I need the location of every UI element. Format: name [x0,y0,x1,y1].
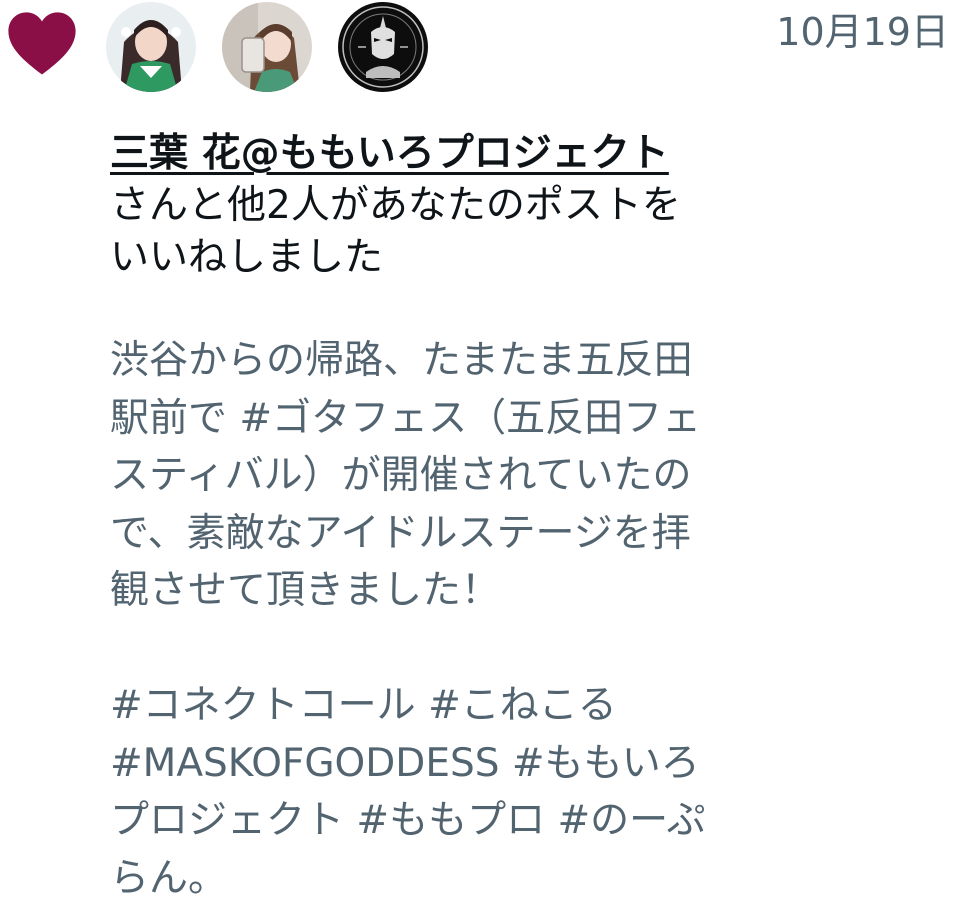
avatar-1[interactable] [106,2,196,92]
post-paragraph-1: 渋谷からの帰路、たまたま五反田駅前で #ゴタフェス（五反田フェスティバル）が開催… [110,338,702,613]
actor-name-link[interactable]: 三葉 花@ももいろプロジェクト [110,128,669,180]
like-notification[interactable]: 10月19日 三葉 花@ももいろプロジェクト さんと他2人があなたのポストをいい… [0,0,961,901]
summary-text: さんと他2人があなたのポストをいいねしました [110,183,681,280]
post-text[interactable]: 渋谷からの帰路、たまたま五反田駅前で #ゴタフェス（五反田フェスティバル）が開催… [110,332,710,907]
avatar-mask-of-goddess-logo-icon [338,2,428,92]
avatar-idol-selfie-icon [222,2,312,92]
avatar-3[interactable] [338,2,428,92]
avatar-idol-green-outfit-icon [106,2,196,92]
timestamp: 10月19日 [776,10,949,54]
avatar-row [106,2,428,92]
post-paragraph-2: #コネクトコール #こねこる #MASKOFGODDESS #ももいろプロジェク… [110,683,706,901]
heart-icon [8,12,76,75]
notification-summary: 三葉 花@ももいろプロジェクト さんと他2人があなたのポストをいいねしました [110,128,730,284]
avatar-2[interactable] [222,2,312,92]
